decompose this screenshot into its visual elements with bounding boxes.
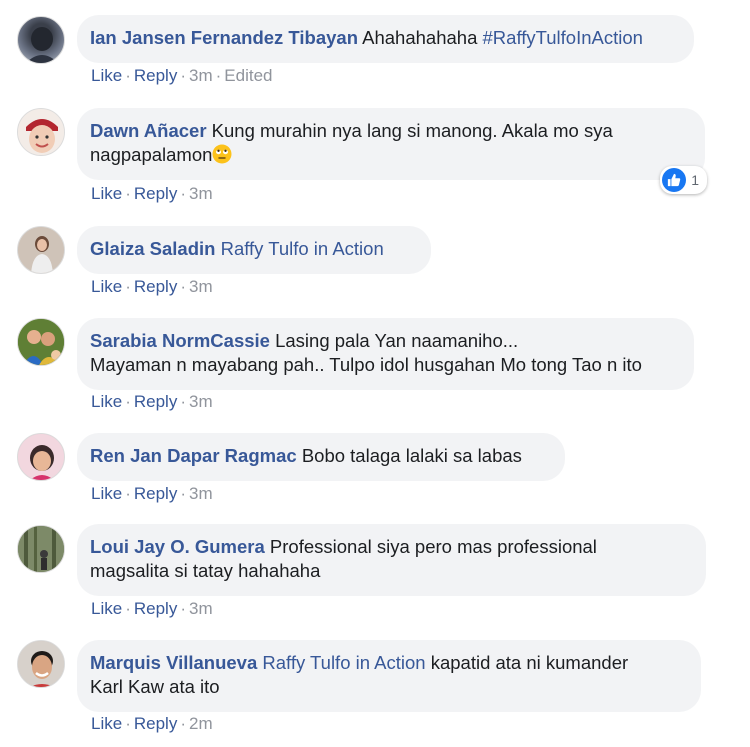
like-link[interactable]: Like — [91, 484, 122, 503]
comment-actions: Like · Reply · 3m — [91, 598, 213, 620]
timestamp-link[interactable]: 3m — [189, 484, 213, 503]
separator: · — [125, 484, 131, 503]
reply-link[interactable]: Reply — [134, 484, 177, 503]
comment-actions: Like · Reply · 2m — [91, 713, 213, 735]
timestamp-link[interactable]: 3m — [189, 277, 213, 296]
separator: · — [180, 184, 186, 203]
timestamp-link[interactable]: 2m — [189, 714, 213, 733]
separator: · — [180, 277, 186, 296]
comment-bubble: Glaiza Saladin Raffy Tulfo in Action — [77, 226, 431, 274]
comment-author[interactable]: Glaiza Saladin — [90, 238, 215, 259]
avatar[interactable] — [17, 525, 65, 573]
timestamp-link[interactable]: 3m — [189, 184, 213, 203]
separator: · — [125, 277, 131, 296]
avatar[interactable] — [17, 640, 65, 688]
avatar[interactable] — [17, 16, 65, 64]
comment-bubble: Ian Jansen Fernandez Tibayan Ahahahahaha… — [77, 15, 694, 63]
comment-actions: Like · Reply · 3m — [91, 391, 213, 413]
mention-link[interactable]: Raffy Tulfo in Action — [262, 652, 425, 673]
separator: · — [180, 484, 186, 503]
like-link[interactable]: Like — [91, 277, 122, 296]
separator: · — [125, 714, 131, 733]
avatar[interactable] — [17, 226, 65, 274]
reply-link[interactable]: Reply — [134, 599, 177, 618]
reaction-summary[interactable]: 1 — [660, 166, 707, 194]
comment-bubble: Ren Jan Dapar Ragmac Bobo talaga lalaki … — [77, 433, 565, 481]
comment-actions: Like · Reply · 3m · Edited — [91, 65, 273, 87]
separator: · — [180, 714, 186, 733]
comment-text: kapatid ata ni kumander — [430, 652, 629, 673]
separator: · — [125, 392, 131, 411]
comment-actions: Like · Reply · 3m — [91, 483, 213, 505]
like-link[interactable]: Like — [91, 599, 122, 618]
comment-text: magsalita si tatay hahahaha — [90, 560, 321, 581]
thumbs-up-icon — [662, 168, 687, 192]
comment-bubble: Dawn Añacer Kung murahin nya lang si man… — [77, 108, 707, 194]
avatar[interactable] — [17, 108, 65, 156]
mention-link[interactable]: Raffy Tulfo in Action — [221, 238, 384, 259]
comment-text: Ahahahahaha — [362, 27, 483, 48]
comment-bubble: Marquis Villanueva Raffy Tulfo in Action… — [77, 640, 701, 712]
comment-bubble: Loui Jay O. Gumera Professional siya per… — [77, 524, 706, 596]
comment-actions: Like · Reply · 3m — [91, 183, 213, 205]
reply-link[interactable]: Reply — [134, 277, 177, 296]
like-link[interactable]: Like — [91, 714, 122, 733]
comment-author[interactable]: Loui Jay O. Gumera — [90, 536, 265, 557]
separator: · — [180, 66, 186, 85]
separator: · — [125, 184, 131, 203]
like-link[interactable]: Like — [91, 66, 122, 85]
comment-bubble: Sarabia NormCassie Lasing pala Yan naama… — [77, 318, 694, 390]
comment-author[interactable]: Ian Jansen Fernandez Tibayan — [90, 27, 358, 48]
reply-link[interactable]: Reply — [134, 714, 177, 733]
comment-actions: Like · Reply · 3m — [91, 276, 213, 298]
hashtag-link[interactable]: #RaffyTulfoInAction — [483, 27, 643, 48]
comment-author[interactable]: Dawn Añacer — [90, 120, 207, 141]
comment-author[interactable]: Sarabia NormCassie — [90, 330, 270, 351]
separator: · — [180, 599, 186, 618]
comment-author[interactable]: Marquis Villanueva — [90, 652, 257, 673]
comment-text: Mayaman n mayabang pah.. Tulpo idol husg… — [90, 354, 642, 375]
timestamp-link[interactable]: 3m — [189, 392, 213, 411]
timestamp-link[interactable]: 3m — [189, 66, 213, 85]
comment-text: Lasing pala Yan naamaniho... — [275, 330, 519, 351]
reaction-count: 1 — [691, 172, 699, 188]
separator: · — [180, 392, 186, 411]
separator: · — [215, 66, 222, 85]
reply-link[interactable]: Reply — [134, 392, 177, 411]
comment-text: Bobo talaga lalaki sa labas — [301, 445, 522, 466]
comment-text: nagpapalamon — [90, 144, 213, 165]
separator: · — [125, 599, 131, 618]
reply-link[interactable]: Reply — [134, 66, 177, 85]
comment-text: Karl Kaw ata ito — [90, 676, 220, 697]
like-link[interactable]: Like — [91, 184, 122, 203]
comment-text: Kung murahin nya lang si manong. Akala m… — [211, 120, 613, 141]
rolling-eyes-emoji — [212, 144, 232, 164]
separator: · — [125, 66, 131, 85]
avatar[interactable] — [17, 433, 65, 481]
timestamp-link[interactable]: 3m — [189, 599, 213, 618]
avatar[interactable] — [17, 318, 65, 366]
reply-link[interactable]: Reply — [134, 184, 177, 203]
like-link[interactable]: Like — [91, 392, 122, 411]
comment-text: Professional siya pero mas professional — [269, 536, 597, 557]
edited-label[interactable]: Edited — [224, 66, 272, 85]
comment-author[interactable]: Ren Jan Dapar Ragmac — [90, 445, 297, 466]
